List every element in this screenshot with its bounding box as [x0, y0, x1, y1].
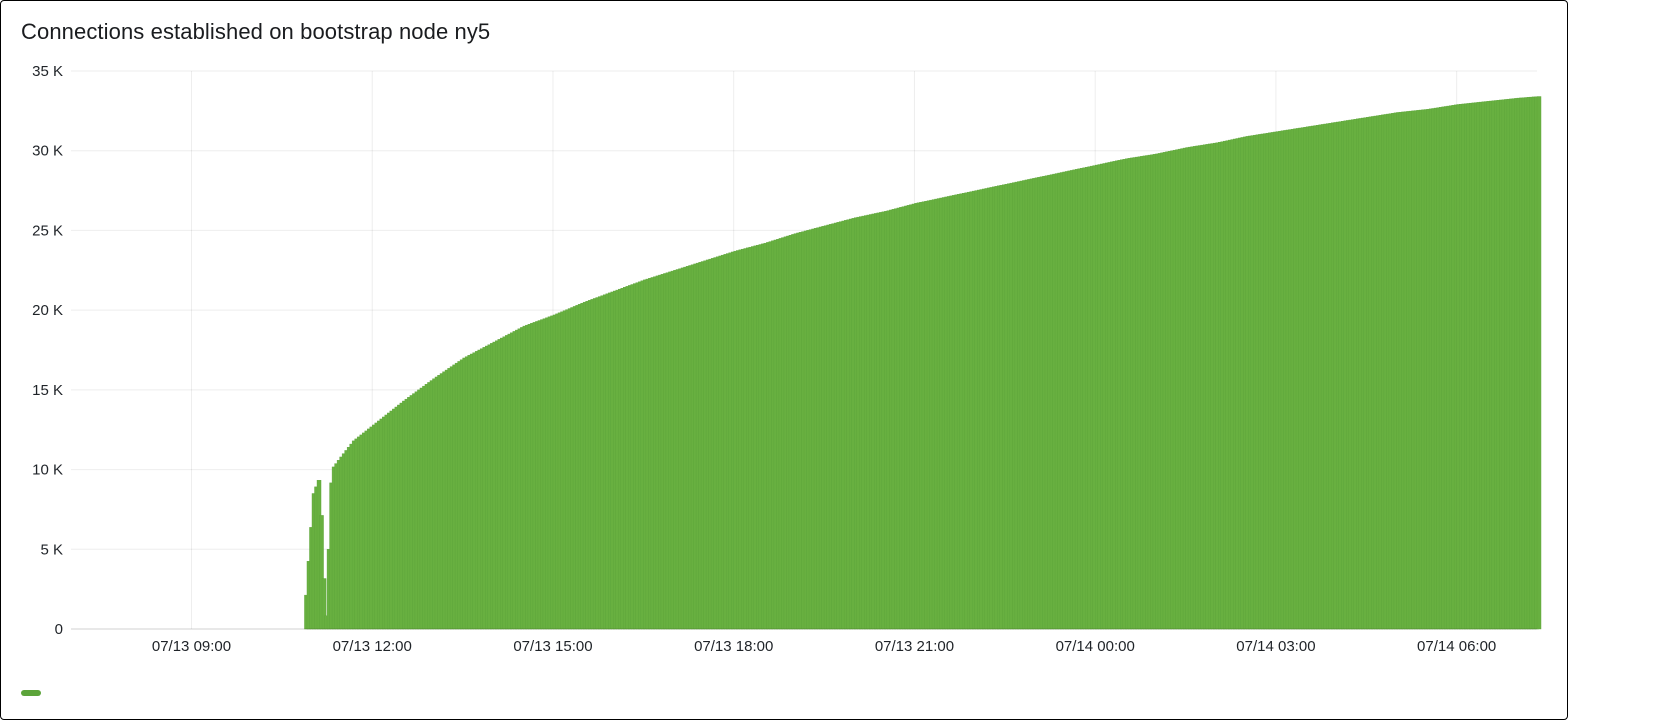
y-tick-label: 10 K [32, 462, 63, 479]
y-tick-label: 15 K [32, 382, 63, 399]
x-tick-label: 07/14 03:00 [1236, 638, 1315, 655]
y-tick-label: 5 K [40, 541, 63, 558]
y-tick-label: 25 K [32, 222, 63, 239]
y-tick-label: 20 K [32, 302, 63, 319]
x-tick-label: 07/13 18:00 [694, 638, 773, 655]
x-tick-label: 07/13 15:00 [513, 638, 592, 655]
chart-panel: Connections established on bootstrap nod… [0, 0, 1568, 720]
chart-title: Connections established on bootstrap nod… [21, 19, 490, 45]
x-tick-label: 07/14 06:00 [1417, 638, 1496, 655]
legend [21, 683, 41, 701]
y-tick-label: 35 K [32, 63, 63, 80]
y-tick-label: 30 K [32, 143, 63, 160]
x-tick-label: 07/13 09:00 [152, 638, 231, 655]
area-series [304, 97, 1541, 629]
x-tick-label: 07/13 21:00 [875, 638, 954, 655]
x-tick-label: 07/14 00:00 [1056, 638, 1135, 655]
x-tick-label: 07/13 12:00 [333, 638, 412, 655]
legend-swatch-icon [21, 690, 41, 696]
y-tick-label: 0 [55, 621, 63, 638]
chart-plot-area[interactable]: 0 5 K 10 K 15 K 20 K 25 K 30 K 35 K 07/13 09:00 0… [21, 61, 1547, 663]
